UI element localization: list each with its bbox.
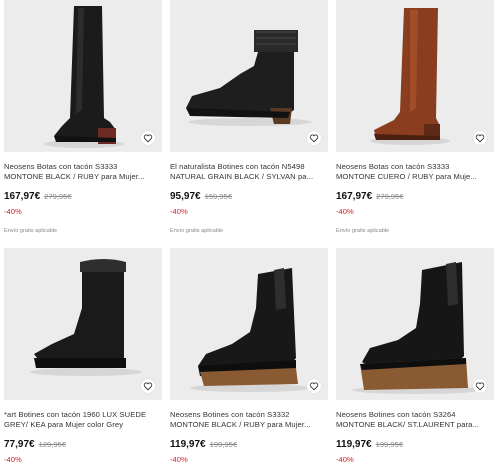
product-card[interactable]: Neosens Botas con tacón S3333 MONTONE CU…	[336, 0, 494, 248]
black-ankle-boot-image	[170, 0, 328, 152]
product-title-line1[interactable]: Neosens Botas con tacón S3333	[4, 162, 162, 172]
price-row: 119,97€ 199,95€	[336, 439, 494, 450]
heart-icon	[475, 134, 485, 143]
product-image[interactable]	[170, 248, 328, 400]
product-card[interactable]: Neosens Botas con tacón S3333 MONTONE BL…	[4, 0, 162, 248]
product-title-line1[interactable]: Neosens Botines con tacón S3264	[336, 410, 494, 420]
product-image[interactable]	[336, 248, 494, 400]
discount-badge: -40%	[170, 207, 188, 216]
shipping-note: Envío gratis aplicable	[4, 228, 58, 234]
favorite-button[interactable]	[473, 379, 487, 393]
product-image[interactable]	[4, 0, 162, 152]
heart-icon	[309, 134, 319, 143]
product-title-line2[interactable]: MONTONE BLACK / RUBY para Mujer...	[170, 420, 328, 430]
favorite-button[interactable]	[307, 131, 321, 145]
suede-grey-boot-image	[4, 248, 162, 400]
discount-badge: -40%	[4, 455, 22, 464]
price-row: 167,97€ 279,95€	[4, 191, 162, 202]
shipping-note: Envío gratis aplicable	[336, 228, 390, 234]
product-title[interactable]: Neosens Botines con tacón S3264 MONTONE …	[336, 410, 494, 430]
price-row: 167,97€ 279,95€	[336, 191, 494, 202]
favorite-button[interactable]	[141, 131, 155, 145]
discount-badge: -40%	[170, 455, 188, 464]
product-title[interactable]: *art Botines con tacón 1960 LUX SUEDE GR…	[4, 410, 162, 430]
product-card[interactable]: El naturalista Botines con tacón N5498 N…	[170, 0, 328, 248]
product-title[interactable]: Neosens Botas con tacón S3333 MONTONE BL…	[4, 162, 162, 182]
product-title-line2[interactable]: MONTONE BLACK/ ST.LAURENT para...	[336, 420, 494, 430]
black-chelsea-boot-image	[170, 248, 328, 400]
product-card[interactable]: Neosens Botines con tacón S3332 MONTONE …	[170, 248, 328, 474]
product-image[interactable]	[4, 248, 162, 400]
price-row: 77,97€ 129,95€	[4, 439, 162, 450]
heart-icon	[143, 382, 153, 391]
sale-price: 167,97€	[336, 191, 373, 202]
sale-price: 119,97€	[170, 439, 206, 450]
black-platform-boot-image	[336, 248, 494, 400]
discount-badge: -40%	[336, 207, 354, 216]
original-price: 279,95€	[376, 192, 404, 201]
product-title[interactable]: Neosens Botas con tacón S3333 MONTONE CU…	[336, 162, 494, 182]
product-card[interactable]: *art Botines con tacón 1960 LUX SUEDE GR…	[4, 248, 162, 474]
discount-badge: -40%	[4, 207, 22, 216]
product-grid: Neosens Botas con tacón S3333 MONTONE BL…	[0, 0, 500, 474]
sale-price: 77,97€	[4, 439, 35, 450]
product-title-line2[interactable]: MONTONE BLACK / RUBY para Mujer...	[4, 172, 162, 182]
product-title-line1[interactable]: El naturalista Botines con tacón N5498	[170, 162, 328, 172]
original-price: 129,95€	[38, 440, 67, 449]
sale-price: 167,97€	[4, 191, 41, 202]
original-price: 199,95€	[375, 440, 404, 449]
original-price: 159,95€	[204, 192, 233, 201]
price-row: 95,97€ 159,95€	[170, 191, 328, 202]
shipping-note: Envío gratis aplicable	[170, 228, 224, 234]
tall-black-boot-image	[4, 0, 162, 152]
product-title-line2[interactable]: MONTONE CUERO / RUBY para Muje...	[336, 172, 494, 182]
product-card[interactable]: Neosens Botines con tacón S3264 MONTONE …	[336, 248, 494, 474]
product-title-line1[interactable]: *art Botines con tacón 1960 LUX SUEDE	[4, 410, 162, 420]
product-title-line1[interactable]: Neosens Botas con tacón S3333	[336, 162, 494, 172]
favorite-button[interactable]	[473, 131, 487, 145]
original-price: 279,95€	[44, 192, 72, 201]
price-row: 119,97€ 199,95€	[170, 439, 328, 450]
tall-brown-boot-image	[336, 0, 494, 152]
product-title-line2[interactable]: GREY/ KEA para Mujer color Grey	[4, 420, 162, 430]
product-title[interactable]: Neosens Botines con tacón S3332 MONTONE …	[170, 410, 328, 430]
product-title[interactable]: El naturalista Botines con tacón N5498 N…	[170, 162, 328, 182]
product-title-line1[interactable]: Neosens Botines con tacón S3332	[170, 410, 328, 420]
heart-icon	[475, 382, 485, 391]
heart-icon	[309, 382, 319, 391]
product-image[interactable]	[170, 0, 328, 152]
sale-price: 119,97€	[336, 439, 372, 450]
heart-icon	[143, 134, 153, 143]
favorite-button[interactable]	[307, 379, 321, 393]
product-image[interactable]	[336, 0, 494, 152]
product-title-line2[interactable]: NATURAL GRAIN BLACK / SYLVAN pa...	[170, 172, 328, 182]
favorite-button[interactable]	[141, 379, 155, 393]
original-price: 199,95€	[209, 440, 238, 449]
discount-badge: -40%	[336, 455, 354, 464]
sale-price: 95,97€	[170, 191, 201, 202]
